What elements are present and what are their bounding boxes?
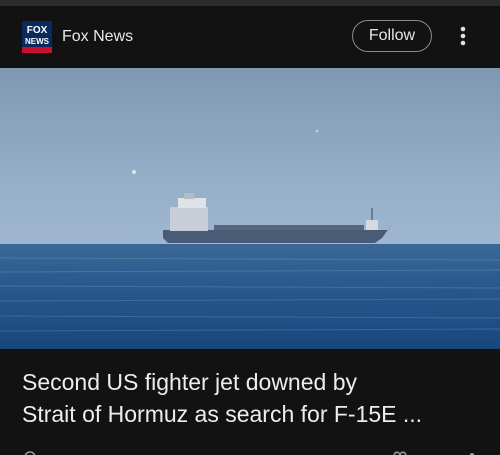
like-icon[interactable] (392, 447, 408, 455)
card-header: FOX NEWS Fox News Follow (0, 6, 500, 68)
share-icon[interactable] (464, 447, 480, 455)
source-name[interactable]: Fox News (62, 28, 133, 46)
article-image[interactable] (0, 68, 500, 349)
more-vert-icon[interactable] (451, 23, 475, 49)
news-card[interactable]: FOX NEWS Fox News Follow Second US fight… (0, 0, 500, 455)
follow-button[interactable]: Follow (352, 20, 432, 52)
headline-line-1: Second US fighter jet downed by (22, 369, 357, 395)
logo-text-top: FOX (27, 25, 48, 36)
card-footer (0, 440, 500, 455)
headline-line-2: Strait of Hormuz as search for F-15E ... (22, 401, 423, 427)
article-headline[interactable]: Second US fighter jet downed by Strait o… (22, 366, 482, 430)
fox-news-logo[interactable]: FOX NEWS (22, 21, 52, 53)
time-icon (24, 451, 36, 455)
logo-text-bottom: NEWS (25, 37, 50, 46)
